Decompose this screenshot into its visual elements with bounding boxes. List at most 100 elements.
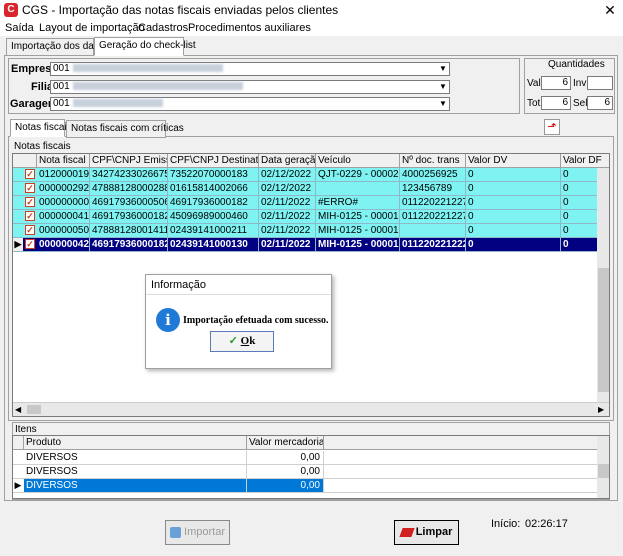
tab-notas-fiscais[interactable]: Notas fiscais	[10, 119, 72, 137]
header-cnpj-destinatario[interactable]: CPF\CNPJ Destinatário	[168, 154, 259, 168]
table-cell: 02/11/2022	[259, 210, 316, 223]
table-cell: 0	[466, 168, 561, 181]
list-item[interactable]: DIVERSOS 0,00	[13, 451, 597, 465]
redacted-text	[72, 82, 243, 91]
row-checkbox[interactable]: ✓	[25, 225, 35, 235]
notas-group-title: Notas fiscais	[14, 141, 71, 152]
table-row[interactable]: ✓ 0000000001 46917936000506 46917936000182 0…	[13, 196, 597, 210]
tot-label: Tot	[527, 98, 541, 109]
val-value: 6	[541, 76, 571, 90]
table-cell: 01615814002066	[168, 182, 259, 195]
row-checkbox[interactable]: ✓	[25, 169, 35, 179]
list-item[interactable]: ▶ DIVERSOS 0,00	[13, 479, 597, 493]
scrollbar-thumb[interactable]	[27, 405, 41, 414]
row-indicator	[13, 196, 23, 209]
row-indicator	[13, 210, 23, 223]
table-cell: 46917936000506	[92, 196, 168, 209]
header-produto[interactable]: Produto	[24, 436, 247, 450]
header-valor-df[interactable]: Valor DF	[561, 154, 609, 168]
sel-value: 6	[587, 96, 613, 110]
sel-label: Sel	[573, 98, 588, 109]
menu-saida[interactable]: Saída	[5, 20, 34, 36]
inv-value	[587, 76, 613, 90]
garagem-select[interactable]: 001 ▼	[50, 97, 450, 111]
importar-button[interactable]: Importar	[165, 520, 230, 545]
window-title: CGS - Importação das notas fiscais envia…	[22, 3, 339, 17]
table-cell: 0000000509	[39, 224, 90, 237]
current-row-indicator-icon: ▶	[13, 238, 23, 251]
table-cell: QJT-0229 - 0000229 -	[318, 168, 400, 181]
table-row[interactable]: ▶ ✓ 000000042 46917936000182 02439141000130 0…	[13, 238, 597, 252]
scrollbar-thumb[interactable]	[598, 268, 609, 392]
list-item[interactable]: DIVERSOS 0,00	[13, 465, 597, 479]
ok-button[interactable]: ✓ Ok	[210, 331, 274, 352]
table-cell: 4000256925	[400, 168, 466, 181]
scroll-left-icon[interactable]: ◀	[15, 404, 23, 415]
inicio-time: 02:26:17	[525, 518, 568, 530]
dialog-message: Importação efetuada com sucesso.	[183, 315, 329, 326]
table-cell: 47888128000288	[92, 182, 168, 195]
table-cell: MIH-0125 - 0000125 -	[318, 210, 400, 223]
header-veiculo[interactable]: Veículo	[316, 154, 400, 168]
save-icon	[169, 526, 181, 538]
header-doc-trans[interactable]: Nº doc. trans	[400, 154, 466, 168]
export-icon[interactable]: ⬏	[544, 119, 560, 135]
table-cell: 011220221227	[402, 210, 466, 223]
chevron-down-icon[interactable]: ▼	[437, 81, 449, 93]
row-checkbox[interactable]: ✓	[25, 239, 35, 249]
notas-vscrollbar[interactable]	[597, 168, 609, 402]
chevron-down-icon[interactable]: ▼	[437, 98, 449, 110]
importar-label: Importar	[184, 526, 226, 538]
table-cell: 02/12/2022	[259, 182, 316, 195]
itens-vscrollbar[interactable]	[597, 436, 609, 498]
limpar-button[interactable]: Limpar	[394, 520, 459, 545]
redacted-text	[72, 99, 163, 108]
row-checkbox[interactable]: ✓	[25, 183, 35, 193]
table-cell: 0	[466, 210, 561, 223]
tab-notas-fiscais-criticas[interactable]: Notas fiscais com críticas	[66, 120, 184, 138]
limpar-label: Limpar	[415, 526, 453, 538]
table-cell: 46917936000182	[168, 196, 259, 209]
menu-cadastros[interactable]: Cadastros	[138, 20, 188, 36]
header-data-geracao[interactable]: Data geração	[259, 154, 316, 168]
chevron-down-icon[interactable]: ▼	[437, 63, 449, 75]
itens-grid-header: Produto Valor mercadoria	[13, 436, 597, 450]
empresa-select[interactable]: 001 ▼	[50, 62, 450, 76]
menu-procedimentos-auxiliares[interactable]: Procedimentos auxiliares	[188, 20, 311, 36]
filial-select[interactable]: 001 ▼	[50, 80, 450, 94]
valor-cell: 0,00	[247, 465, 324, 478]
table-cell: 02/11/2022	[259, 224, 316, 237]
itens-group-title: Itens	[15, 424, 37, 435]
tab-importacao-dados[interactable]: Importação dos dados	[6, 38, 110, 56]
table-cell: 011220221227	[402, 196, 466, 209]
table-cell: #ERRO#	[316, 196, 400, 209]
notas-hscrollbar[interactable]: ◀ ▶	[13, 402, 609, 416]
inv-label: Inv	[573, 78, 587, 89]
table-cell: 0000000001	[39, 196, 90, 209]
scroll-right-icon[interactable]: ▶	[598, 404, 606, 415]
row-indicator	[13, 168, 23, 181]
table-row[interactable]: ✓ 0120000195 34274233026675 73522070000183 0…	[13, 168, 597, 182]
header-valor-mercadoria[interactable]: Valor mercadoria	[247, 436, 324, 450]
table-row[interactable]: ✓ 0000002926 47888128000288 01615814002066 0…	[13, 182, 597, 196]
header-cnpj-emissor[interactable]: CPF\CNPJ Emissor	[90, 154, 168, 168]
info-dialog: Informação i Importação efetuada com suc…	[145, 274, 332, 369]
itens-grid[interactable]: Produto Valor mercadoria DIVERSOS 0,00 DIV…	[12, 435, 610, 499]
table-cell: 0	[466, 196, 561, 209]
tab-geracao-checklist[interactable]: Geração do check-list	[94, 37, 196, 56]
close-icon[interactable]: ✕	[600, 1, 620, 19]
app-logo-icon: C	[4, 3, 18, 17]
table-cell: 02439141000211	[168, 224, 259, 237]
scrollbar-thumb[interactable]	[598, 464, 609, 478]
row-checkbox[interactable]: ✓	[25, 197, 35, 207]
current-row-indicator-icon: ▶	[14, 480, 22, 490]
val-label: Val	[527, 78, 541, 89]
header-valor-dv[interactable]: Valor DV	[466, 154, 561, 168]
row-checkbox[interactable]: ✓	[25, 211, 35, 221]
table-row[interactable]: ✓ 0000000509 47888128001411 02439141000211 0…	[13, 224, 597, 238]
header-nota-fiscal[interactable]: Nota fiscal	[37, 154, 90, 168]
row-indicator	[13, 182, 23, 195]
table-cell: 0	[466, 238, 561, 251]
menu-layout-importacao[interactable]: Layout de importação	[39, 20, 145, 36]
table-row[interactable]: ✓ 0000000412 46917936000182 45096989000460 0…	[13, 210, 597, 224]
